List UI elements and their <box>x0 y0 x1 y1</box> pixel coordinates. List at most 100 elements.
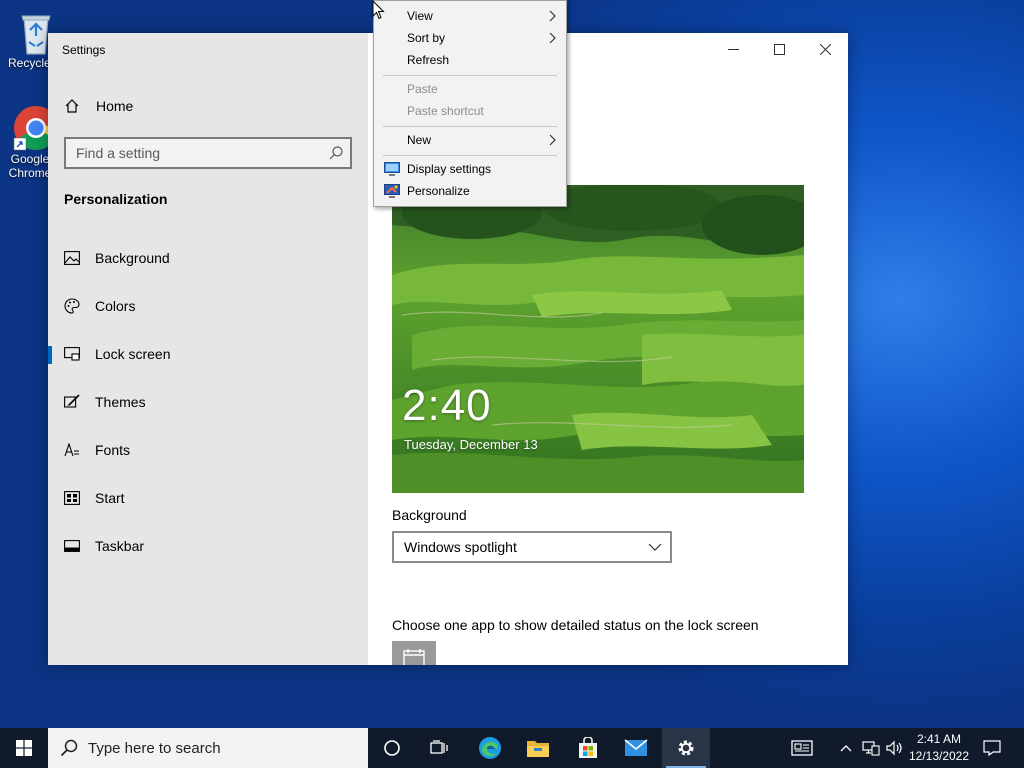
find-setting-input[interactable] <box>66 139 324 167</box>
taskbar-settings[interactable] <box>662 728 710 768</box>
window-controls <box>710 33 848 65</box>
search-icon <box>60 739 78 757</box>
close-button[interactable] <box>802 33 848 65</box>
home-icon <box>65 99 79 113</box>
taskbar-task-view[interactable] <box>416 728 464 768</box>
taskbar-mail[interactable] <box>612 728 660 768</box>
nav-item-fonts[interactable]: Fonts <box>48 430 368 470</box>
menu-item-refresh[interactable]: Refresh <box>374 49 566 71</box>
display-icon <box>384 162 400 176</box>
maximize-icon <box>773 43 785 55</box>
detailed-status-label: Choose one app to show detailed status o… <box>392 617 759 633</box>
find-setting-box[interactable] <box>64 137 352 169</box>
taskbar-edge[interactable] <box>466 728 514 768</box>
brush-icon <box>64 394 80 408</box>
chevron-down-icon <box>648 543 662 551</box>
file-explorer-icon <box>527 741 549 757</box>
background-dropdown-value: Windows spotlight <box>404 539 517 555</box>
taskbar-search-placeholder: Type here to search <box>88 739 221 757</box>
menu-item-display-settings[interactable]: Display settings <box>374 158 566 180</box>
personalize-icon <box>384 184 400 198</box>
chevron-right-icon <box>549 32 556 44</box>
desktop-icon-label: Recycle Bin <box>8 56 52 70</box>
settings-icon <box>678 740 694 756</box>
nav-item-label: Themes <box>95 394 146 410</box>
lock-screen-time: 2:40 <box>402 381 492 430</box>
menu-item-label: Paste <box>407 82 438 96</box>
nav-item-label: Start <box>95 490 125 506</box>
chevron-right-icon <box>549 134 556 146</box>
lock-screen-icon <box>64 347 80 361</box>
menu-item-paste[interactable]: Paste <box>374 78 566 100</box>
nav-item-start[interactable]: Start <box>48 478 368 518</box>
close-icon <box>819 43 831 55</box>
tray-network[interactable] <box>860 728 882 768</box>
background-dropdown[interactable]: Windows spotlight <box>392 531 672 563</box>
mouse-cursor-icon <box>372 0 385 20</box>
minimize-icon <box>727 48 739 50</box>
edge-icon <box>479 737 501 759</box>
palette-icon <box>64 298 80 314</box>
background-label: Background <box>392 507 467 523</box>
menu-item-new[interactable]: New <box>374 129 566 151</box>
menu-item-view[interactable]: View <box>374 5 566 27</box>
windows-logo-icon <box>16 740 32 756</box>
clock-time: 2:41 AM <box>916 732 962 746</box>
nav-home[interactable]: Home <box>64 95 133 117</box>
nav-item-lock-screen[interactable]: Lock screen <box>48 334 368 374</box>
search-icon[interactable] <box>328 145 344 161</box>
menu-separator <box>383 155 557 156</box>
mail-icon <box>624 739 648 756</box>
task-view-icon <box>430 740 448 754</box>
lock-screen-preview: 2:40 Tuesday, December 13 <box>392 185 804 493</box>
tray-news[interactable] <box>780 728 824 768</box>
start-icon <box>64 491 80 505</box>
tray-volume[interactable] <box>884 728 906 768</box>
notification-icon <box>983 740 1001 756</box>
taskbar-cortana[interactable] <box>368 728 416 768</box>
nav-item-background[interactable]: Background <box>48 238 368 278</box>
taskbar-search-box[interactable]: Type here to search <box>48 728 368 768</box>
network-icon <box>862 741 880 756</box>
window-title: Settings <box>62 43 106 57</box>
nav-item-label: Background <box>95 250 170 266</box>
action-center-button[interactable] <box>978 728 1006 768</box>
picture-icon <box>64 251 80 265</box>
taskbar-file-explorer[interactable] <box>514 728 562 768</box>
menu-item-label: View <box>407 9 433 23</box>
volume-icon <box>886 740 902 756</box>
menu-item-label: New <box>407 133 432 147</box>
minimize-button[interactable] <box>710 33 756 65</box>
menu-item-label: Personalize <box>407 184 470 198</box>
lock-screen-date: Tuesday, December 13 <box>404 437 538 452</box>
menu-item-label: Display settings <box>407 162 492 176</box>
nav-item-label: Lock screen <box>95 346 171 362</box>
section-title: Personalization <box>64 191 168 207</box>
menu-item-label: Sort by <box>407 31 446 45</box>
chevron-up-icon <box>840 745 852 752</box>
chevron-right-icon <box>549 10 556 22</box>
fonts-icon <box>64 443 79 457</box>
desktop-context-menu: View Sort by Refresh Paste Paste shortcu… <box>373 0 567 207</box>
taskbar-store[interactable] <box>564 728 612 768</box>
start-button[interactable] <box>0 728 48 768</box>
menu-item-personalize[interactable]: Personalize <box>374 180 566 202</box>
menu-item-sort-by[interactable]: Sort by <box>374 27 566 49</box>
taskbar-clock[interactable]: 2:41 AM 12/13/2022 <box>906 731 972 765</box>
menu-item-label: Refresh <box>407 53 450 67</box>
cortana-icon <box>384 740 400 756</box>
nav-item-taskbar[interactable]: Taskbar <box>48 526 368 566</box>
menu-separator <box>383 75 557 76</box>
nav-item-themes[interactable]: Themes <box>48 382 368 422</box>
menu-separator <box>383 126 557 127</box>
maximize-button[interactable] <box>756 33 802 65</box>
detailed-status-app-button[interactable] <box>392 641 436 665</box>
nav-item-label: Fonts <box>95 442 131 458</box>
nav-home-label: Home <box>96 98 134 114</box>
tray-show-hidden[interactable] <box>836 728 856 768</box>
store-icon <box>579 737 597 758</box>
menu-item-paste-shortcut[interactable]: Paste shortcut <box>374 100 566 122</box>
clock-date: 12/13/2022 <box>908 749 970 763</box>
nav-item-colors[interactable]: Colors <box>48 286 368 326</box>
taskbar-icon <box>64 540 80 552</box>
